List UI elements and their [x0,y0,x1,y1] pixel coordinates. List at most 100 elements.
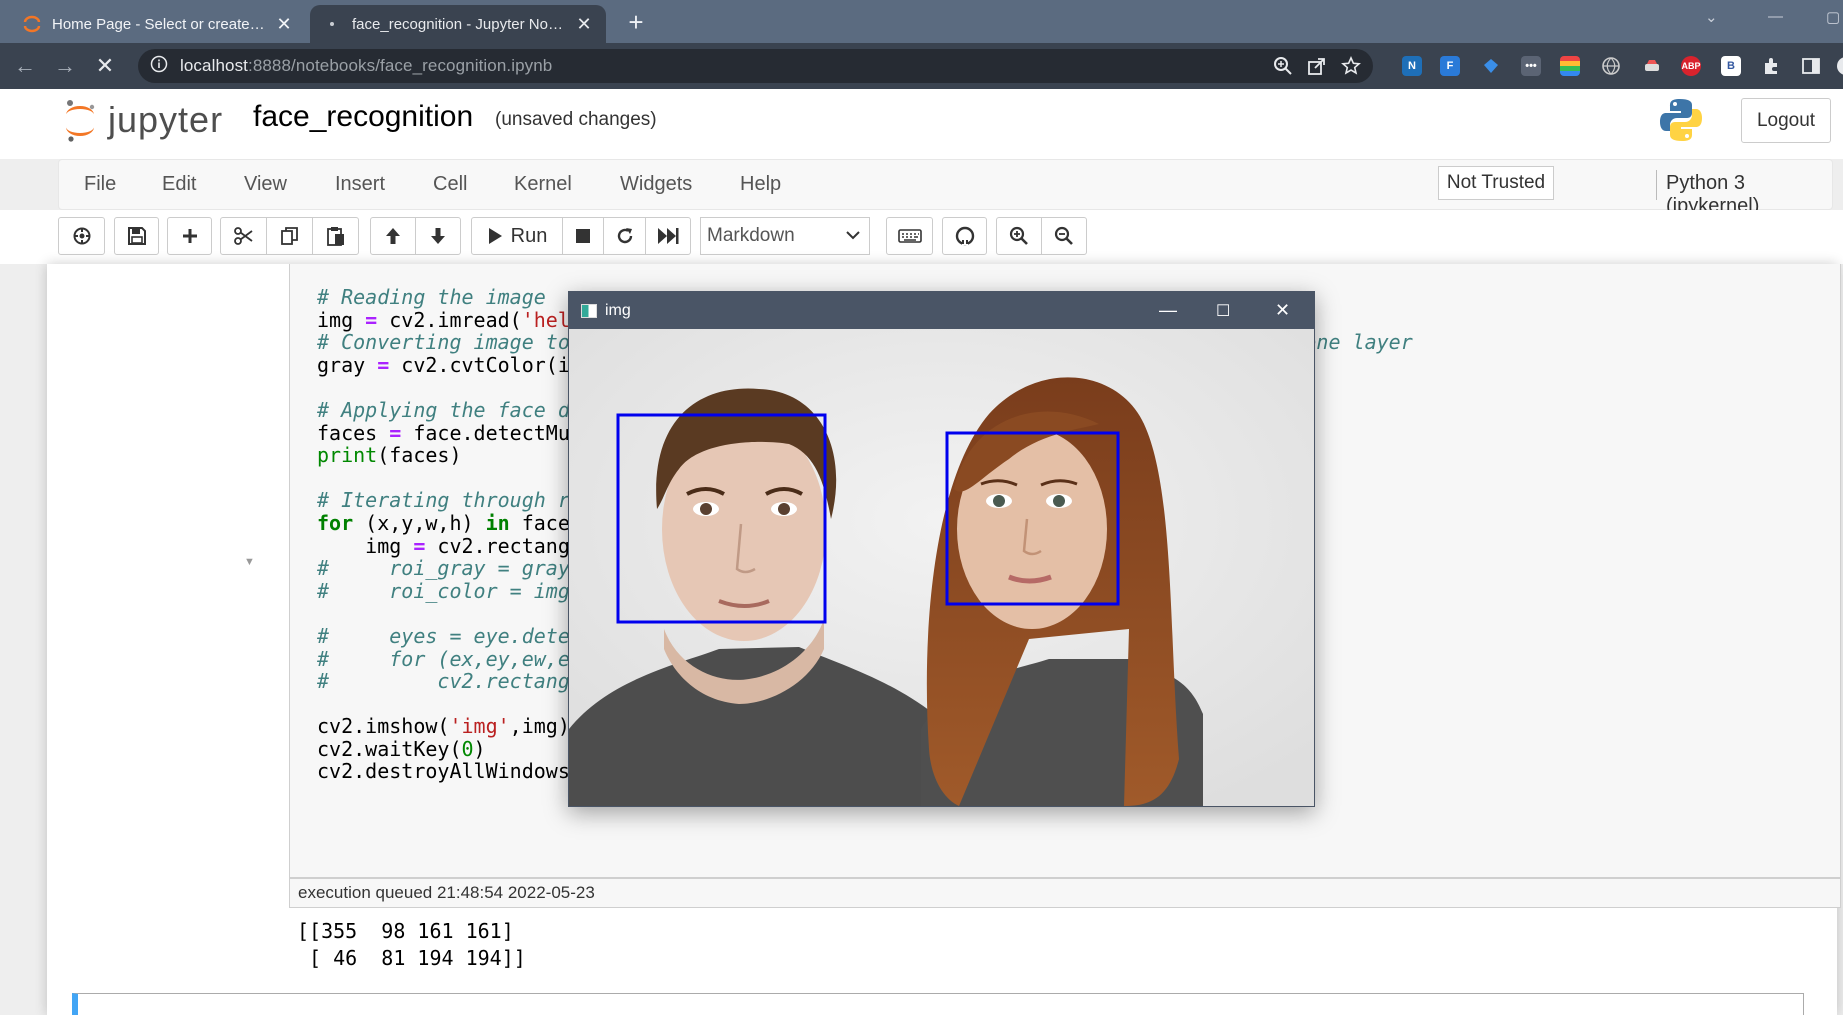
site-info-icon[interactable] [150,55,168,78]
extension-n-icon[interactable]: N [1402,56,1422,76]
zoom-in-button[interactable] [996,217,1042,255]
code-token: = [377,352,390,377]
code-token: = [389,420,402,445]
extension-diamond-icon[interactable] [1481,56,1501,76]
tab-search-chevron-icon[interactable]: ⌄ [1705,8,1718,26]
tab-title: Home Page - Select or create a n [52,15,266,33]
code-token: (faces) [377,443,462,468]
zoom-out-button[interactable] [1041,217,1087,255]
code-token: (x,y,w,h) [353,510,486,535]
cell-type-select[interactable]: Markdown [700,217,870,255]
gear-icon [73,227,90,245]
menu-widgets[interactable]: Widgets [620,173,692,196]
jupyter-header: jupyter face_recognition (unsaved change… [0,89,1843,159]
loading-dot-icon [322,14,342,34]
cut-cell-button[interactable] [220,217,267,255]
restart-kernel-button[interactable] [603,217,646,255]
tab-title: face_recognition - Jupyter Noteb [352,15,566,33]
extension-dots-icon[interactable]: ••• [1521,56,1541,76]
move-cell-down-button[interactable] [415,217,461,255]
menu-edit[interactable]: Edit [162,173,196,196]
keyboard-icon [897,229,922,243]
output-line: [ 46 81 194 194]] [297,945,526,970]
extension-palette-icon[interactable] [1560,56,1580,76]
minimize-window-icon[interactable]: — [1159,300,1177,321]
url-path: :8888/notebooks/face_recognition.ipynb [248,56,553,75]
interrupt-kernel-button[interactable] [562,217,604,255]
menu-kernel[interactable]: Kernel [514,173,572,196]
side-panel-icon[interactable] [1801,56,1821,76]
extension-b-icon[interactable]: B [1721,56,1741,76]
insert-cell-button[interactable] [167,217,212,255]
save-floppy-icon [127,227,146,245]
opencv-window-title: img [605,302,631,319]
code-token: print [317,443,378,468]
tab-home-page[interactable]: Home Page - Select or create a n ✕ [10,5,306,43]
extension-car-icon[interactable] [1642,56,1662,76]
share-icon[interactable] [1307,56,1327,81]
menu-help[interactable]: Help [740,173,781,196]
opencv-image-window[interactable]: img — ☐ ✕ [568,291,1315,807]
jupyter-logo-icon [66,100,95,142]
command-palette-button[interactable] [58,217,105,255]
opencv-window-titlebar[interactable]: img — ☐ ✕ [569,292,1314,329]
close-window-icon[interactable]: ✕ [1275,300,1290,321]
menu-bar: File Edit View Insert Cell Kernel Widget… [58,159,1833,217]
notebook-toolbar: Run Markdown [0,210,1843,264]
code-token: = [413,533,426,558]
keyboard-shortcuts-button[interactable] [886,217,933,255]
profile-avatar[interactable] [1836,56,1843,76]
not-trusted-button[interactable]: Not Trusted [1438,166,1554,200]
minimize-window-icon[interactable]: — [1768,8,1783,25]
github-button[interactable] [942,217,987,255]
arrow-up-icon [386,228,400,244]
jupyter-logo[interactable]: jupyter [62,97,223,143]
logout-button[interactable]: Logout [1741,98,1831,143]
menu-cell[interactable]: Cell [433,173,467,196]
back-arrow-icon[interactable]: ← [12,53,38,79]
code-token: = [365,307,378,332]
close-tab-icon[interactable]: ✕ [574,14,594,34]
extension-f-icon[interactable]: F [1440,56,1460,76]
fold-arrow-icon[interactable]: ▼ [244,556,255,568]
displayed-image [569,329,1314,806]
github-icon [955,226,974,246]
code-token: faces [317,420,390,445]
code-token: cv2.imread( [377,307,522,332]
code-token: cv2.destroyAllWindows() [317,759,594,784]
paste-clipboard-icon [326,227,344,246]
tab-face-recognition[interactable]: face_recognition - Jupyter Noteb ✕ [310,5,606,43]
stop-square-icon [576,229,590,243]
maximize-window-icon[interactable]: ▢ [1826,8,1840,26]
new-tab-plus-icon[interactable]: + [622,9,650,37]
next-cell-selected[interactable] [72,993,1804,1015]
stop-loading-icon[interactable]: ✕ [92,53,118,79]
bookmark-star-icon[interactable] [1341,56,1361,81]
extensions-puzzle-icon[interactable] [1761,56,1781,76]
plus-icon [182,229,197,243]
menu-file[interactable]: File [84,173,116,196]
maximize-window-icon[interactable]: ☐ [1216,301,1230,321]
url-field[interactable]: localhost:8888/notebooks/face_recognitio… [138,49,1373,83]
copy-cell-button[interactable] [266,217,313,255]
menu-insert[interactable]: Insert [335,173,385,196]
zoom-in-icon [1009,226,1028,245]
adblock-plus-icon[interactable]: ABP [1681,56,1701,76]
menu-view[interactable]: View [244,173,287,196]
code-token: for [317,510,354,535]
cell-output: [[355 98 161 161] [ 46 81 194 194]] [297,918,526,971]
notebook-name[interactable]: face_recognition [253,100,473,134]
zoom-icon[interactable] [1273,56,1293,81]
close-tab-icon[interactable]: ✕ [274,14,294,34]
run-cell-button[interactable]: Run [471,217,563,255]
kernel-divider [1656,170,1657,200]
restart-run-all-button[interactable] [645,217,691,255]
python-logo-icon [1658,97,1704,148]
paste-cell-button[interactable] [312,217,359,255]
browser-tab-bar: Home Page - Select or create a n ✕ face_… [0,0,1843,43]
url-host: localhost [180,56,248,75]
move-cell-up-button[interactable] [370,217,416,255]
extension-globe-icon[interactable] [1601,56,1621,76]
save-button[interactable] [114,217,159,255]
forward-arrow-icon[interactable]: → [52,53,78,79]
